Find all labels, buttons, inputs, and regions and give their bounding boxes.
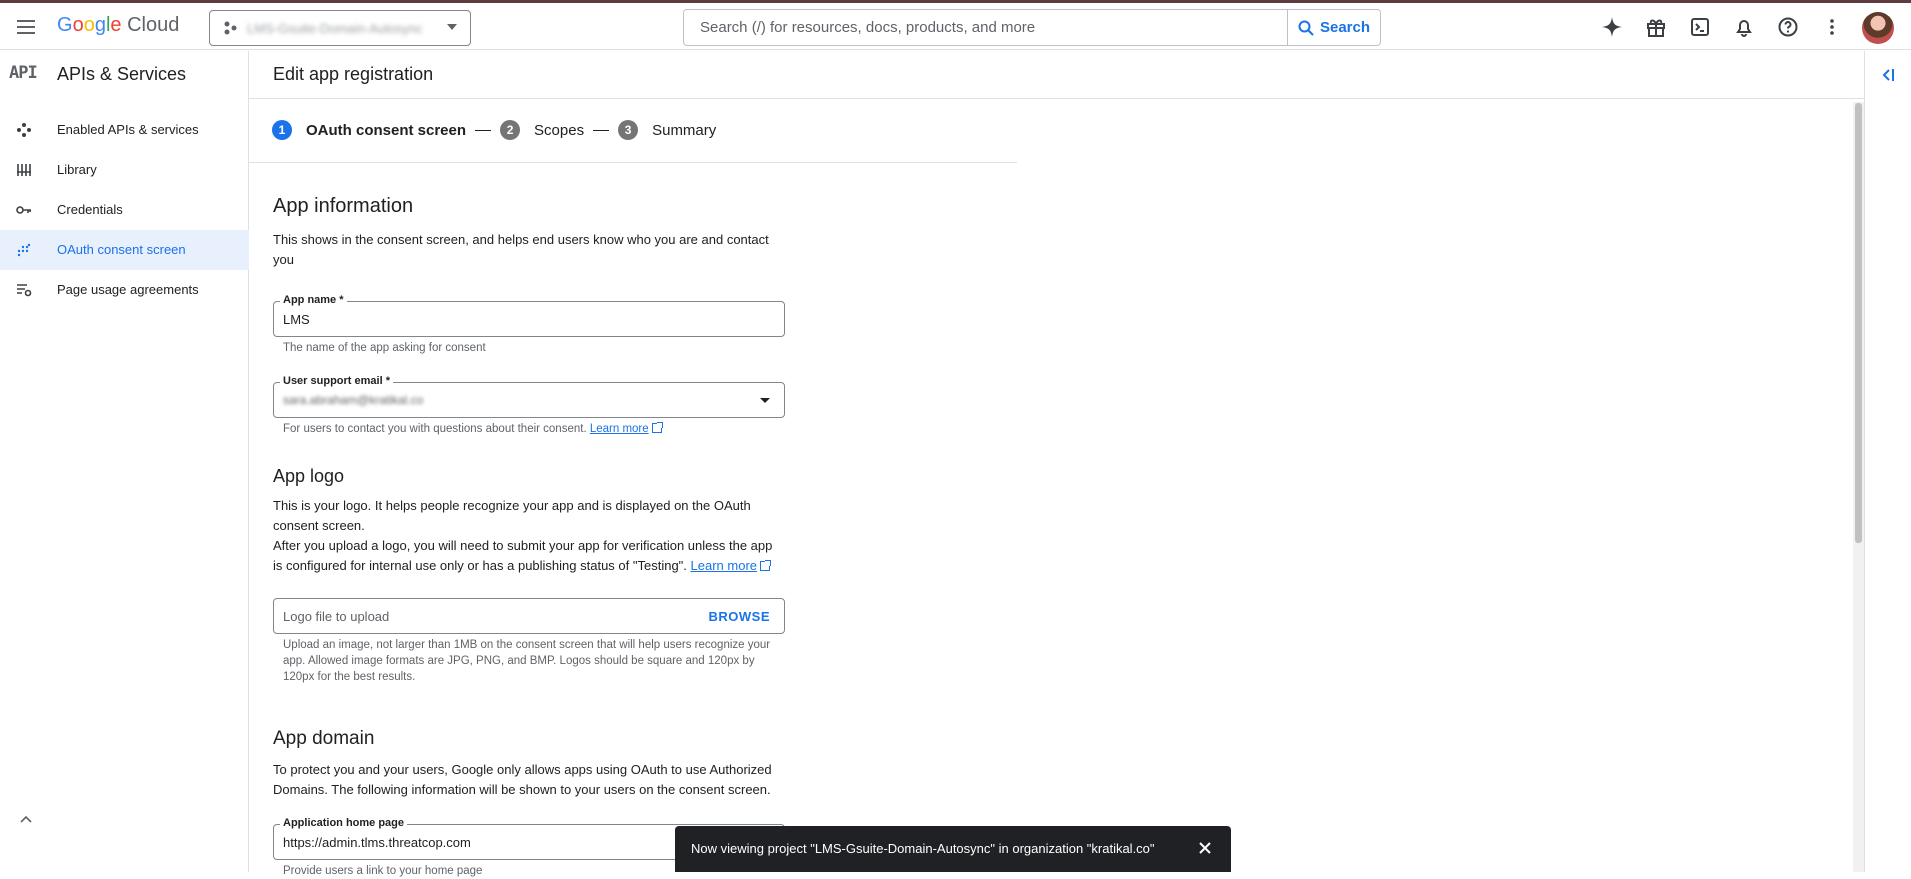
- app-name-field: App name *: [273, 294, 785, 337]
- app-name-input[interactable]: [274, 302, 784, 336]
- step-scopes[interactable]: Scopes: [534, 122, 584, 139]
- sidebar-collapse-icon[interactable]: [20, 812, 32, 826]
- logo-cloud-text: Cloud: [127, 14, 180, 36]
- logo-letter: o: [72, 14, 84, 36]
- api-logo-icon: API: [9, 63, 38, 83]
- sidebar-item-label: Enabled APIs & services: [57, 122, 199, 137]
- sidebar-nav: Enabled APIs & services Library Credenti…: [0, 110, 249, 310]
- gemini-icon[interactable]: [1600, 15, 1624, 39]
- search-icon: [1298, 20, 1314, 36]
- sidebar-item-library[interactable]: Library: [0, 150, 249, 190]
- sidebar-item-oauth-consent[interactable]: OAuth consent screen: [0, 230, 249, 270]
- learn-more-link[interactable]: Learn more: [691, 558, 757, 573]
- browse-button[interactable]: BROWSE: [709, 609, 771, 624]
- section-heading-app-info: App information: [273, 195, 414, 217]
- app-info-description: This shows in the consent screen, and he…: [273, 232, 769, 267]
- logo-letter: g: [94, 14, 106, 36]
- right-panel: [1864, 51, 1911, 872]
- sidebar-item-label: Library: [57, 162, 97, 177]
- user-support-email-hint: For users to contact you with questions …: [283, 421, 773, 437]
- step-summary[interactable]: Summary: [652, 122, 716, 139]
- top-bar: Google Cloud LMS-Gsuite-Domain-Autosync …: [0, 3, 1911, 50]
- menu-icon[interactable]: [14, 15, 38, 39]
- app-domain-description: To protect you and your users, Google on…: [273, 762, 772, 797]
- key-icon: [16, 202, 32, 218]
- panel-expand-icon[interactable]: [1879, 65, 1899, 85]
- diamond-icon: [16, 122, 32, 138]
- avatar[interactable]: [1862, 12, 1894, 44]
- learn-more-link[interactable]: Learn more: [590, 423, 649, 435]
- app-logo-description: This is your logo. It helps people recog…: [273, 496, 773, 576]
- sidebar-item-label: Page usage agreements: [57, 282, 199, 297]
- logo-letter: o: [83, 14, 95, 36]
- search-input[interactable]: [684, 10, 1288, 45]
- sidebar-item-page-usage[interactable]: Page usage agreements: [0, 270, 249, 310]
- project-toast: Now viewing project "LMS-Gsuite-Domain-A…: [675, 826, 1231, 872]
- section-heading-app-logo: App logo: [273, 466, 345, 486]
- google-cloud-logo[interactable]: Google Cloud: [57, 14, 179, 37]
- step-number: 3: [618, 120, 639, 140]
- user-support-email-select[interactable]: User support email * sara.abraham@kratik…: [273, 375, 785, 418]
- step-number: 1: [272, 120, 292, 140]
- gift-icon[interactable]: [1644, 15, 1668, 39]
- step-connector: [593, 129, 610, 131]
- sidebar-header: API APIs & Services: [0, 51, 249, 99]
- step-connector: [475, 129, 492, 131]
- logo-letter: G: [57, 14, 73, 36]
- logo-letter: e: [110, 14, 122, 36]
- stepper: 1 OAuth consent screen 2 Scopes 3 Summar…: [272, 116, 716, 144]
- scrollbar[interactable]: [1853, 102, 1864, 872]
- project-name: LMS-Gsuite-Domain-Autosync: [247, 20, 423, 36]
- sidebar-title: APIs & Services: [57, 64, 187, 84]
- help-icon[interactable]: [1776, 15, 1800, 39]
- sidebar-item-enabled-apis[interactable]: Enabled APIs & services: [0, 110, 249, 150]
- more-vert-icon[interactable]: [1820, 15, 1844, 39]
- sidebar-item-credentials[interactable]: Credentials: [0, 190, 249, 230]
- user-support-email-value: sara.abraham@kratikal.co: [283, 393, 424, 407]
- external-link-icon: [651, 422, 663, 433]
- section-heading-app-domain: App domain: [273, 728, 375, 749]
- divider: [249, 162, 1017, 163]
- search-box: Search: [683, 9, 1381, 46]
- step-number: 2: [500, 120, 521, 140]
- external-link-icon: [760, 560, 772, 571]
- sidebar: API APIs & Services Enabled APIs & servi…: [0, 51, 249, 872]
- settings-list-icon: [16, 282, 32, 298]
- app-name-hint: The name of the app asking for consent: [283, 342, 486, 354]
- toast-message: Now viewing project "LMS-Gsuite-Domain-A…: [691, 841, 1155, 856]
- sidebar-item-label: OAuth consent screen: [57, 242, 186, 257]
- search-button[interactable]: Search: [1287, 10, 1380, 45]
- content-header: Edit app registration: [249, 51, 1865, 99]
- top-icons: [1600, 15, 1844, 39]
- project-picker[interactable]: LMS-Gsuite-Domain-Autosync: [209, 10, 471, 46]
- close-icon[interactable]: [1197, 840, 1213, 856]
- library-icon: [16, 162, 32, 178]
- dots-icon: [16, 242, 32, 258]
- logo-upload-field: BROWSE: [273, 598, 785, 634]
- search-button-label: Search: [1319, 19, 1371, 36]
- hint-text: For users to contact you with questions …: [283, 423, 587, 435]
- chevron-down-icon: [447, 24, 457, 30]
- sidebar-item-label: Credentials: [57, 202, 123, 217]
- bell-icon[interactable]: [1732, 15, 1756, 39]
- terminal-icon[interactable]: [1688, 15, 1712, 39]
- step-oauth-consent[interactable]: OAuth consent screen: [306, 122, 466, 139]
- page-title: Edit app registration: [273, 64, 434, 84]
- user-support-email-label: User support email *: [280, 375, 393, 387]
- logo-upload-hint: Upload an image, not larger than 1MB on …: [283, 639, 771, 683]
- logo-upload-input[interactable]: [274, 599, 784, 633]
- project-icon: [224, 21, 237, 35]
- app-logo-desc-1: This is your logo. It helps people recog…: [273, 498, 751, 533]
- chevron-down-icon: [760, 398, 770, 403]
- scrollbar-thumb[interactable]: [1855, 103, 1862, 543]
